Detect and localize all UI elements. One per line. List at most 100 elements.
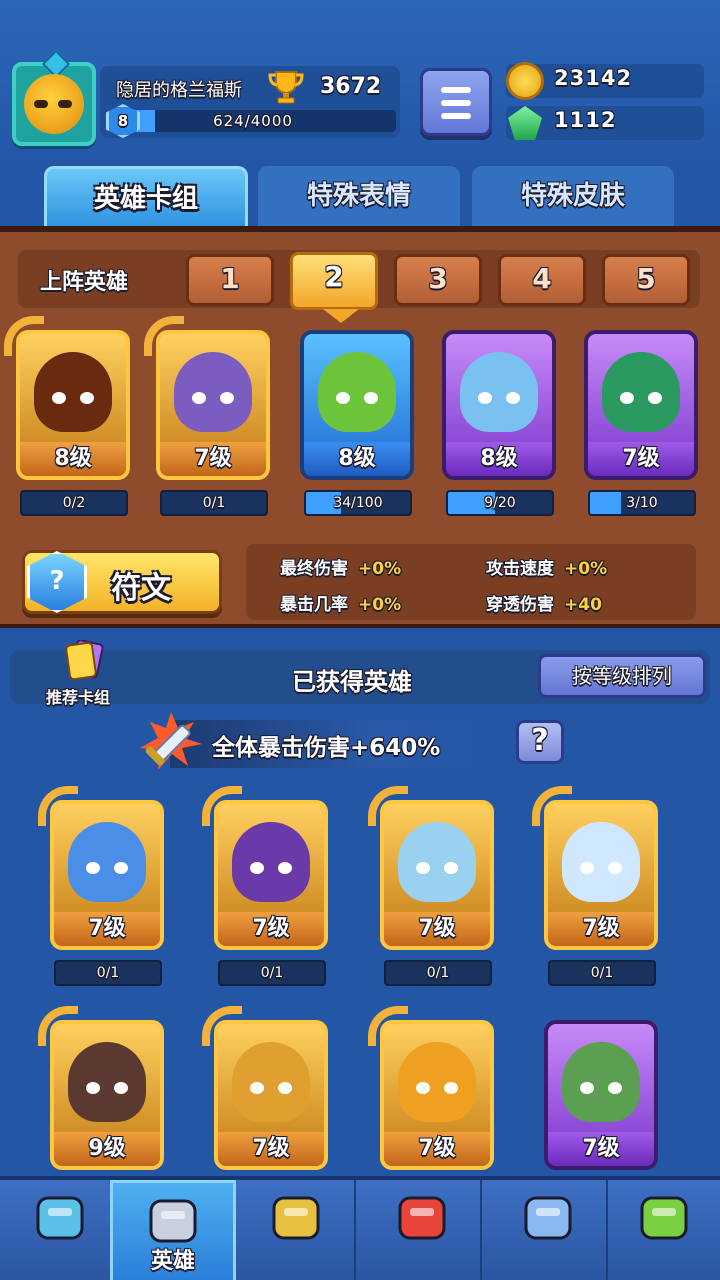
menu-icon-line xyxy=(441,113,471,119)
nav-item-sprout[interactable] xyxy=(604,1180,720,1280)
hero-portrait: 7级 xyxy=(544,1020,658,1170)
rune-button[interactable]: ? 符文 xyxy=(22,550,222,614)
nav-item-chest[interactable] xyxy=(0,1180,120,1280)
progress-text: 34/100 xyxy=(333,495,383,511)
hero-figure xyxy=(398,822,476,902)
hero-eye xyxy=(192,392,206,404)
hero-eye xyxy=(86,1082,100,1094)
nav-item-guild-banner[interactable] xyxy=(488,1180,608,1280)
hero-eye xyxy=(114,862,128,874)
tab-bar: 英雄卡组 特殊表情 特殊皮肤 xyxy=(0,160,720,226)
hero-eye xyxy=(506,392,520,404)
hero-level: 8级 xyxy=(304,442,410,476)
gold-counter[interactable]: 23142 xyxy=(506,62,704,100)
hero-level: 7级 xyxy=(54,912,160,946)
deck-header: 上阵英雄 12345 xyxy=(18,250,700,323)
menu-button[interactable] xyxy=(420,68,492,136)
owned-heroes-title: 已获得英雄 xyxy=(292,668,412,696)
deck-slot-4-button[interactable]: 4 xyxy=(498,254,586,306)
active-slot-arrow xyxy=(323,309,359,323)
hero-eye xyxy=(608,1082,622,1094)
hero-card-progress: 0/1 xyxy=(384,960,492,986)
hero-eye xyxy=(648,392,662,404)
hero-figure xyxy=(460,352,538,432)
hero-eye xyxy=(220,392,234,404)
deck-section: 上阵英雄 12345 8级 0/2 7级 0/1 8级 34/100 8级 9/20 7级 3/1… xyxy=(0,226,720,628)
recommend-deck-icon xyxy=(65,640,104,681)
sprout-icon xyxy=(634,1188,694,1248)
recommend-deck-button[interactable]: 推荐卡组 xyxy=(46,684,110,708)
hero-portrait: 8级 xyxy=(300,330,414,480)
stats-panel: 最终伤害 +0% 攻击速度 +0% 暴击几率 +0% 穿透伤害 +40 xyxy=(246,544,696,620)
help-button[interactable]: ? xyxy=(516,720,564,764)
hero-level: 9级 xyxy=(54,1132,160,1166)
swords-icon xyxy=(266,1188,326,1248)
hero-eye xyxy=(364,392,378,404)
hero-eye xyxy=(336,392,350,404)
nav-item-helmet[interactable]: 英雄 xyxy=(110,1180,236,1280)
stat-attack-speed: 攻击速度 +0% xyxy=(486,554,607,579)
tab-special-emotes[interactable]: 特殊表情 xyxy=(258,166,460,226)
stat-name: 暴击几率 xyxy=(280,595,348,615)
xp-bar: 624/4000 xyxy=(110,110,396,132)
tab-special-skins[interactable]: 特殊皮肤 xyxy=(472,166,674,226)
crit-bonus-text: 全体暴击伤害+640% xyxy=(212,735,441,761)
gold-amount: 23142 xyxy=(554,66,633,90)
hero-figure xyxy=(232,822,310,902)
nav-item-shield-crown[interactable] xyxy=(362,1180,482,1280)
tab-hero-deck[interactable]: 英雄卡组 xyxy=(44,166,248,226)
hero-level: 7级 xyxy=(160,442,266,476)
hero-portrait: 8级 xyxy=(442,330,556,480)
hero-eye xyxy=(620,392,634,404)
stat-value: +0% xyxy=(564,559,608,579)
hero-level: 7级 xyxy=(548,912,654,946)
nav-item-swords[interactable] xyxy=(236,1180,356,1280)
sort-by-level-button[interactable]: 按等级排列 xyxy=(538,654,706,698)
hero-eye xyxy=(478,392,492,404)
gem-counter[interactable]: 1112 xyxy=(506,106,704,140)
gold-wing-frame xyxy=(368,786,408,826)
hero-level: 7级 xyxy=(588,442,694,476)
gold-wing-frame xyxy=(4,316,44,356)
trophy-icon xyxy=(268,71,304,104)
progress-text: 9/20 xyxy=(484,495,516,511)
hero-figure xyxy=(562,1042,640,1122)
hero-figure xyxy=(318,352,396,432)
rune-label: 符文 xyxy=(111,571,171,606)
hero-figure xyxy=(232,1042,310,1122)
hero-level: 7级 xyxy=(384,1132,490,1166)
deck-slot-2-button[interactable]: 2 xyxy=(290,252,378,323)
hero-level: 7级 xyxy=(384,912,490,946)
hero-figure xyxy=(68,1042,146,1122)
hero-level: 8级 xyxy=(446,442,552,476)
gold-wing-frame xyxy=(38,1006,78,1046)
gem-amount: 1112 xyxy=(554,108,617,132)
gold-wing-frame xyxy=(202,1006,242,1046)
stat-final-damage: 最终伤害 +0% xyxy=(280,554,401,579)
trophy-count: 3672 xyxy=(320,74,382,99)
green-gem-icon xyxy=(508,106,542,140)
hero-card-progress: 0/2 xyxy=(20,490,128,516)
hero-eye xyxy=(52,392,66,404)
deck-slot-5-button[interactable]: 5 xyxy=(602,254,690,306)
rune-icon: ? xyxy=(27,551,87,613)
hero-eye xyxy=(86,862,100,874)
stat-pierce-damage: 穿透伤害 +40 xyxy=(486,590,602,615)
hero-level: 7级 xyxy=(218,912,324,946)
player-panel[interactable]: 隐居的格兰福斯 3672 624/4000 8 xyxy=(100,66,400,138)
deck-slot-3-button[interactable]: 3 xyxy=(394,254,482,306)
hero-figure xyxy=(562,822,640,902)
owned-heroes-header: 推荐卡组 已获得英雄 按等级排列 xyxy=(10,640,710,707)
stat-value: +0% xyxy=(358,559,402,579)
avatar-eye xyxy=(34,100,48,108)
hero-card-progress: 0/1 xyxy=(160,490,268,516)
hero-eye xyxy=(278,862,292,874)
menu-icon-line xyxy=(441,87,471,93)
nav-label-heroes: 英雄 xyxy=(150,1249,195,1274)
deck-slot-1-button[interactable]: 1 xyxy=(186,254,274,306)
helmet-icon xyxy=(143,1191,203,1251)
player-avatar[interactable] xyxy=(12,49,96,146)
hero-level: 7级 xyxy=(548,1132,654,1166)
gold-coin-icon xyxy=(506,62,544,100)
hero-eye xyxy=(278,1082,292,1094)
